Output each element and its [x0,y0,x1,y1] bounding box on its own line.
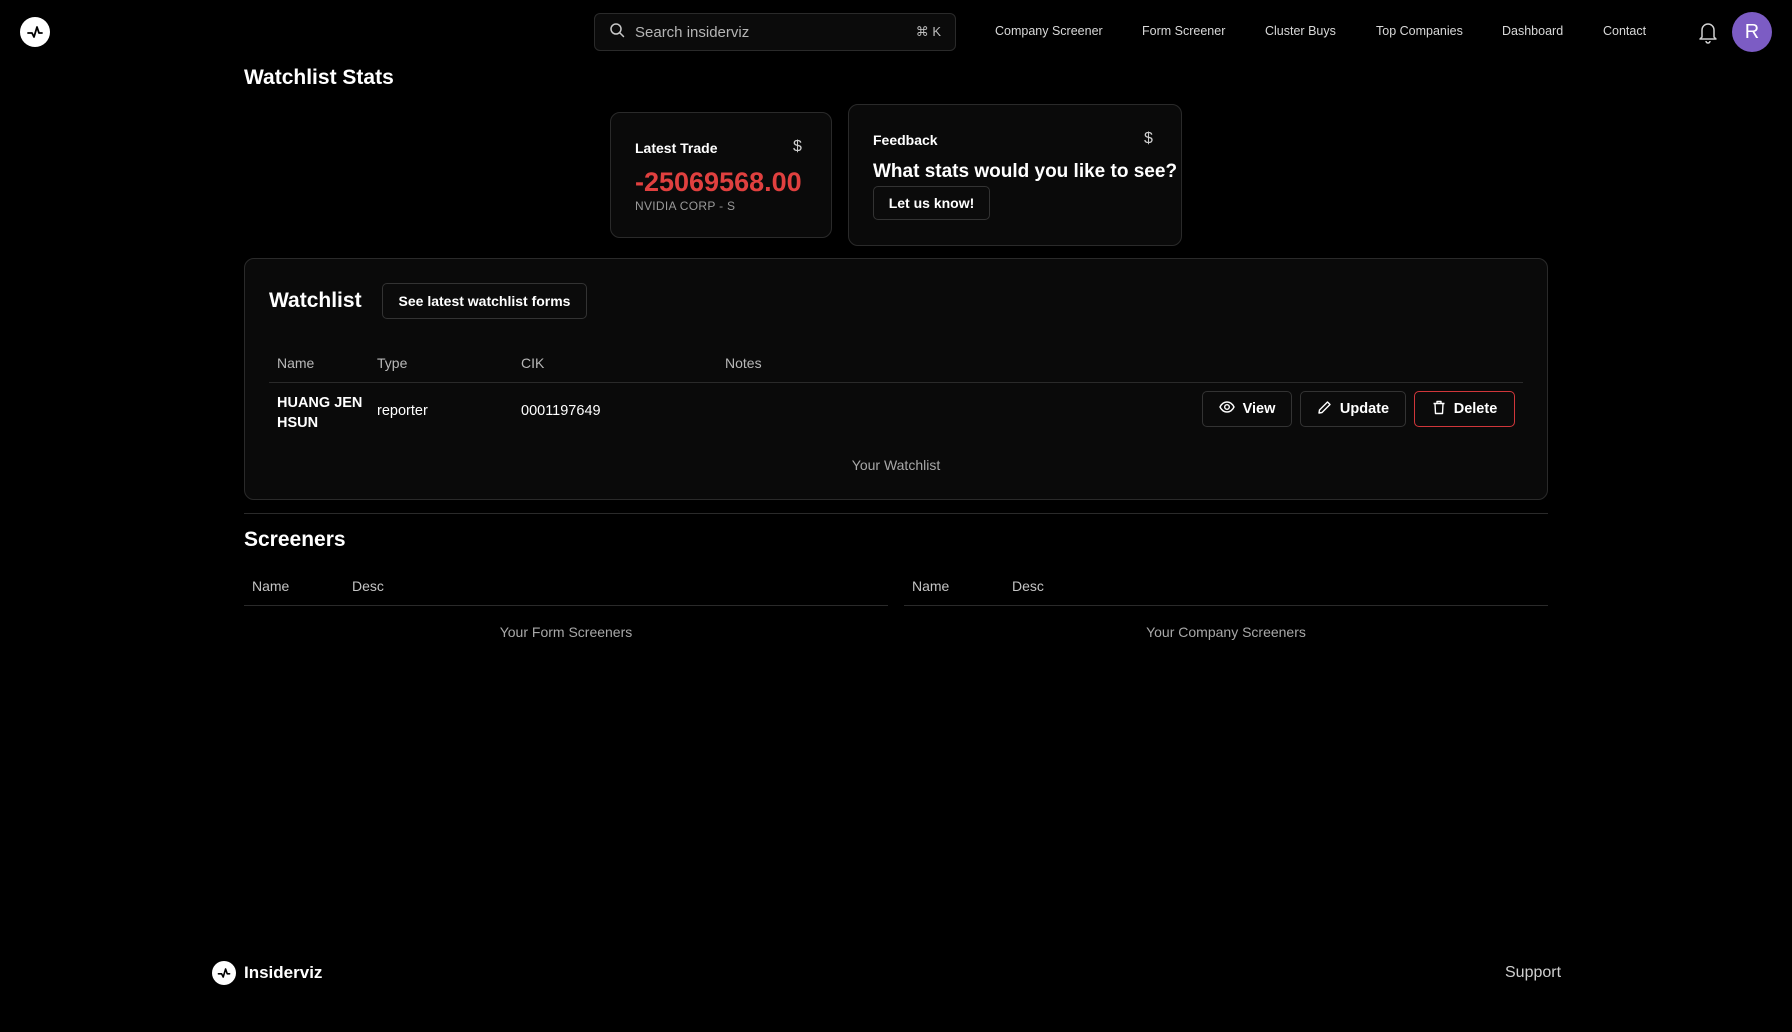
delete-label: Delete [1453,401,1498,417]
form-screener-column-desc: Desc [352,578,384,594]
support-link[interactable]: Support [1505,964,1561,982]
search-placeholder: Search insiderviz [635,23,750,41]
search-icon [609,22,625,42]
latest-trade-label: Latest Trade [635,140,718,156]
update-label: Update [1339,401,1390,417]
update-button[interactable]: Update [1300,391,1406,427]
see-latest-watchlist-forms-button[interactable]: See latest watchlist forms [382,283,587,319]
row-cik: 0001197649 [521,403,601,419]
view-button[interactable]: View [1202,391,1292,427]
feedback-question: What stats would you like to see? [873,161,1178,182]
column-header-notes: Notes [725,355,762,371]
stats-title: Watchlist Stats [244,66,394,89]
divider [244,605,888,606]
row-name: HUANG JEN HSUN [277,393,362,433]
latest-trade-value: -25069568.00 [635,167,802,197]
form-screeners-caption: Your Form Screeners [499,624,633,640]
nav-company-screener[interactable]: Company Screener [995,24,1103,38]
home-logo-icon[interactable] [20,17,50,47]
let-us-know-button[interactable]: Let us know! [873,186,990,220]
search-shortcut: ⌘ K [915,24,941,39]
nav-form-screener[interactable]: Form Screener [1142,24,1225,38]
nav-top-companies[interactable]: Top Companies [1376,24,1463,38]
dollar-icon: $ [793,138,802,155]
nav-dashboard[interactable]: Dashboard [1502,24,1563,38]
footer-brand[interactable]: Insiderviz [244,963,322,983]
trash-icon [1432,400,1446,419]
latest-trade-company: NVIDIA CORP - S [635,199,736,213]
form-screener-column-name: Name [252,578,290,594]
row-name-line1: HUANG JEN [277,395,363,411]
pencil-icon [1317,400,1332,419]
screeners-title: Screeners [244,528,346,551]
column-header-cik: CIK [521,355,545,371]
search-input[interactable]: Search insiderviz ⌘ K [594,13,956,51]
divider [269,382,1523,383]
feedback-card: Feedback $ What stats would you like to … [848,104,1182,246]
column-header-name: Name [277,355,315,371]
delete-button[interactable]: Delete [1414,391,1515,427]
company-screener-column-desc: Desc [1012,578,1044,594]
watchlist-caption: Your Watchlist [851,457,941,473]
eye-icon [1218,400,1235,418]
avatar[interactable]: R [1732,12,1772,52]
feedback-label: Feedback [873,132,938,148]
dollar-icon: $ [1144,130,1153,147]
nav-cluster-buys[interactable]: Cluster Buys [1265,24,1336,38]
divider [904,605,1548,606]
company-screeners-caption: Your Company Screeners [1146,624,1306,640]
view-label: View [1242,401,1276,417]
bell-icon[interactable] [1697,20,1719,44]
column-header-type: Type [377,355,408,371]
row-name-line2: HSUN [277,415,319,431]
row-type: reporter [377,403,428,419]
footer-logo-icon[interactable] [212,961,236,985]
company-screener-column-name: Name [912,578,950,594]
watchlist-title: Watchlist [269,289,362,312]
latest-trade-card: Latest Trade $ -25069568.00 NVIDIA CORP … [610,112,832,238]
nav-contact[interactable]: Contact [1603,24,1646,38]
divider [244,513,1548,514]
